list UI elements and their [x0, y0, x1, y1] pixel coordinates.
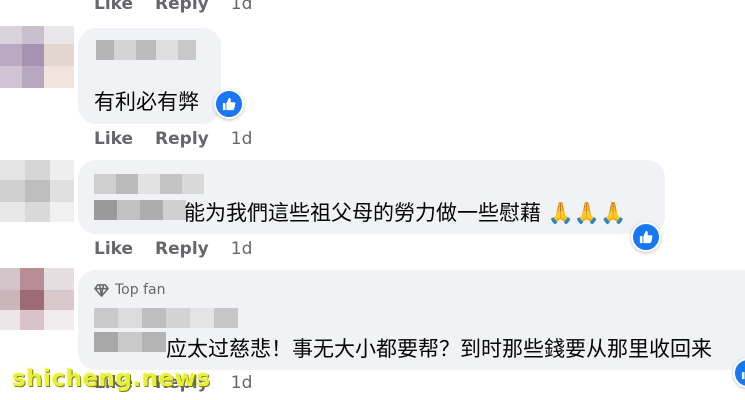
top-fan-badge: Top fan — [94, 282, 165, 298]
reply-button[interactable]: Reply — [155, 129, 209, 149]
comment-timestamp[interactable]: 1d — [231, 129, 253, 149]
avatar[interactable] — [0, 26, 74, 88]
like-button[interactable]: Like — [94, 129, 133, 149]
comment-text: 有利必有弊 — [94, 90, 199, 114]
comment-bubble: Top fan 应太过慈悲！事无大小都要帮？到时那些錢要从那里收回来 — [78, 270, 745, 370]
comment-bubble: 能为我們這些祖父母的勞力做一些慰藉 🙏🙏🙏 — [78, 160, 665, 234]
comment-actions: Like Reply 1d — [94, 239, 252, 259]
comment-timestamp[interactable]: 1d — [231, 373, 253, 393]
like-reaction-icon[interactable] — [631, 222, 661, 252]
blurred-text — [94, 200, 186, 220]
like-reaction-icon[interactable] — [214, 89, 244, 119]
comment-actions: Like Reply 1d — [94, 129, 252, 149]
comment-timestamp[interactable]: 1d — [231, 0, 253, 14]
like-button[interactable]: Like — [94, 239, 133, 259]
comment-text: 能为我們這些祖父母的勞力做一些慰藉 🙏🙏🙏 — [184, 201, 627, 225]
comment-text: 应太过慈悲！事无大小都要帮？到时那些錢要从那里收回来 — [166, 337, 712, 361]
avatar[interactable] — [0, 160, 74, 222]
like-button[interactable]: Like — [94, 0, 133, 14]
diamond-icon — [94, 283, 109, 297]
comment-bubble: 有利必有弊 — [78, 28, 221, 124]
reply-button[interactable]: Reply — [155, 239, 209, 259]
top-fan-label: Top fan — [115, 282, 166, 298]
comment-timestamp[interactable]: 1d — [231, 239, 253, 259]
reply-button[interactable]: Reply — [155, 0, 209, 14]
blurred-text — [94, 332, 166, 352]
commenter-name[interactable] — [94, 308, 238, 328]
avatar[interactable] — [0, 268, 74, 330]
comment-actions: Like Reply 1d — [94, 0, 252, 14]
commenter-name[interactable] — [94, 174, 204, 194]
commenter-name[interactable] — [96, 40, 196, 60]
watermark-logo: shicheng.news — [12, 366, 211, 392]
